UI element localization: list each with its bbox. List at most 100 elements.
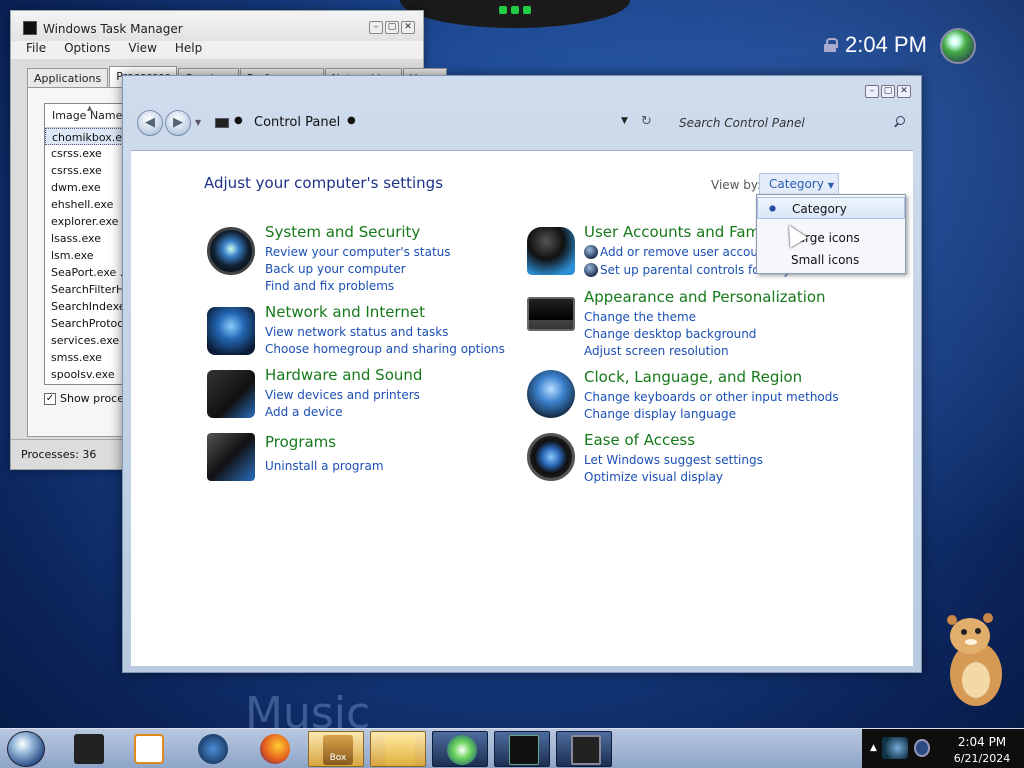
tray-clock[interactable]: 2:04 PM <box>942 735 1022 749</box>
task-manager-title: Windows Task Manager <box>43 22 183 36</box>
tray-date[interactable]: 6/21/2024 <box>942 752 1022 765</box>
link-desktop-background[interactable]: Change desktop background <box>584 327 756 341</box>
user-accounts-icon[interactable] <box>527 227 575 275</box>
category-network-internet[interactable]: Network and Internet <box>265 303 425 321</box>
windows-logo-icon <box>940 28 976 64</box>
menu-file[interactable]: File <box>26 41 46 59</box>
desktop-clock: 2:04 PM <box>845 32 927 57</box>
view-by-dropdown[interactable]: Category ▼ <box>759 173 839 195</box>
programs-icon[interactable] <box>207 433 255 481</box>
link-optimize-display[interactable]: Optimize visual display <box>584 470 723 484</box>
link-find-fix[interactable]: Find and fix problems <box>265 279 394 293</box>
forward-arrow-icon[interactable]: ▶ <box>165 110 191 136</box>
control-panel-icon <box>215 118 229 128</box>
hamster-gadget-icon <box>947 613 1002 706</box>
taskbar-app-explorer[interactable] <box>184 731 240 767</box>
menu-item-category[interactable]: Category <box>757 197 905 219</box>
category-ease-of-access[interactable]: Ease of Access <box>584 431 695 449</box>
clock-globe-icon[interactable] <box>527 370 575 418</box>
tab-applications[interactable]: Applications <box>27 68 109 88</box>
folder-icon <box>385 735 415 765</box>
task-manager-titlebar[interactable]: Windows Task Manager – ▢ ✕ <box>11 11 423 41</box>
taskbar: Box ▲ 2:04 PM 6/21/2024 <box>0 728 1024 768</box>
breadcrumb-separator-icon[interactable]: ● <box>234 115 243 126</box>
gadget-led <box>523 6 531 14</box>
search-icon[interactable] <box>893 116 905 128</box>
taskbar-app-folder[interactable] <box>370 731 426 767</box>
link-add-device[interactable]: Add a device <box>265 405 343 419</box>
network-internet-icon[interactable] <box>207 307 255 355</box>
show-hidden-icons-icon[interactable]: ▲ <box>870 743 877 753</box>
windows-logo-icon <box>447 735 477 765</box>
taskbar-app-firefox[interactable] <box>246 731 302 767</box>
link-display-language[interactable]: Change display language <box>584 407 736 421</box>
address-dropdown-icon[interactable]: ▼ <box>621 116 628 126</box>
category-clock-region[interactable]: Clock, Language, and Region <box>584 368 802 386</box>
maximize-icon[interactable]: ▢ <box>881 85 895 98</box>
link-homegroup[interactable]: Choose homegroup and sharing options <box>265 342 505 356</box>
media-player-icon <box>134 734 164 764</box>
breadcrumb-separator-icon[interactable]: ● <box>347 115 356 126</box>
category-system-security[interactable]: System and Security <box>265 223 420 241</box>
task-manager-menubar: File Options View Help <box>11 41 423 59</box>
link-change-theme[interactable]: Change the theme <box>584 310 696 324</box>
system-security-icon[interactable] <box>207 227 255 275</box>
back-arrow-icon[interactable]: ◀ <box>137 110 163 136</box>
menu-item-large-icons[interactable]: Large icons <box>757 227 905 249</box>
control-panel-window: – ▢ ✕ ◀ ▶ ▼ ● Control Panel ● ▼ ↻ Search… <box>122 75 922 673</box>
search-input[interactable]: Search Control Panel <box>679 116 805 130</box>
taskbar-app-mediacenter[interactable] <box>60 731 116 767</box>
close-icon[interactable]: ✕ <box>897 85 911 98</box>
close-icon[interactable]: ✕ <box>401 21 415 34</box>
firefox-icon <box>260 734 290 764</box>
link-network-status[interactable]: View network status and tasks <box>265 325 448 339</box>
view-by-value: Category <box>769 177 824 191</box>
menu-view[interactable]: View <box>128 41 156 59</box>
taskbar-app-windows[interactable] <box>432 731 488 767</box>
checkbox-checked-icon[interactable]: ✓ <box>44 392 56 405</box>
menu-item-small-icons[interactable]: Small icons <box>757 249 905 271</box>
link-screen-resolution[interactable]: Adjust screen resolution <box>584 344 729 358</box>
menu-help[interactable]: Help <box>175 41 202 59</box>
link-suggest-settings[interactable]: Let Windows suggest settings <box>584 453 763 467</box>
chevron-down-icon: ▼ <box>827 181 834 190</box>
view-by-label: View by: <box>711 178 762 192</box>
view-by-menu: Category Large icons Small icons <box>756 194 906 274</box>
system-tray: ▲ 2:04 PM 6/21/2024 <box>862 729 1024 768</box>
lock-icon <box>824 38 838 52</box>
start-button[interactable] <box>7 731 45 767</box>
link-add-remove-users[interactable]: Add or remove user accounts <box>600 245 777 259</box>
control-panel-icon <box>571 735 601 765</box>
breadcrumb-control-panel[interactable]: Control Panel <box>254 115 340 130</box>
link-uninstall[interactable]: Uninstall a program <box>265 459 384 473</box>
taskbar-app-player[interactable] <box>120 731 176 767</box>
shield-icon <box>584 245 598 259</box>
maximize-icon[interactable]: ▢ <box>385 21 399 34</box>
globe-icon <box>198 734 228 764</box>
category-appearance[interactable]: Appearance and Personalization <box>584 288 826 306</box>
ease-of-access-icon[interactable] <box>527 433 575 481</box>
link-backup[interactable]: Back up your computer <box>265 262 406 276</box>
hardware-sound-icon[interactable] <box>207 370 255 418</box>
minimize-icon[interactable]: – <box>865 85 879 98</box>
link-keyboards[interactable]: Change keyboards or other input methods <box>584 390 839 404</box>
link-review-status[interactable]: Review your computer's status <box>265 245 451 259</box>
chomikbox-icon: Box <box>323 735 353 765</box>
network-tray-icon[interactable] <box>882 737 908 759</box>
category-programs[interactable]: Programs <box>265 433 336 451</box>
radio-selected-icon <box>768 204 777 213</box>
taskbar-app-taskmanager[interactable] <box>494 731 550 767</box>
taskbar-app-controlpanel[interactable] <box>556 731 612 767</box>
category-hardware-sound[interactable]: Hardware and Sound <box>265 366 422 384</box>
refresh-icon[interactable]: ↻ <box>641 114 652 129</box>
menu-item-label: Category <box>792 202 847 216</box>
sort-up-icon: ▲ <box>87 104 93 112</box>
appearance-icon[interactable] <box>527 297 575 331</box>
menu-options[interactable]: Options <box>64 41 110 59</box>
recent-pages-icon[interactable]: ▼ <box>195 118 201 127</box>
minimize-icon[interactable]: – <box>369 21 383 34</box>
taskbar-app-chomikbox[interactable]: Box <box>308 731 364 767</box>
volume-icon[interactable] <box>914 739 930 757</box>
link-devices-printers[interactable]: View devices and printers <box>265 388 420 402</box>
task-manager-icon <box>509 735 539 765</box>
